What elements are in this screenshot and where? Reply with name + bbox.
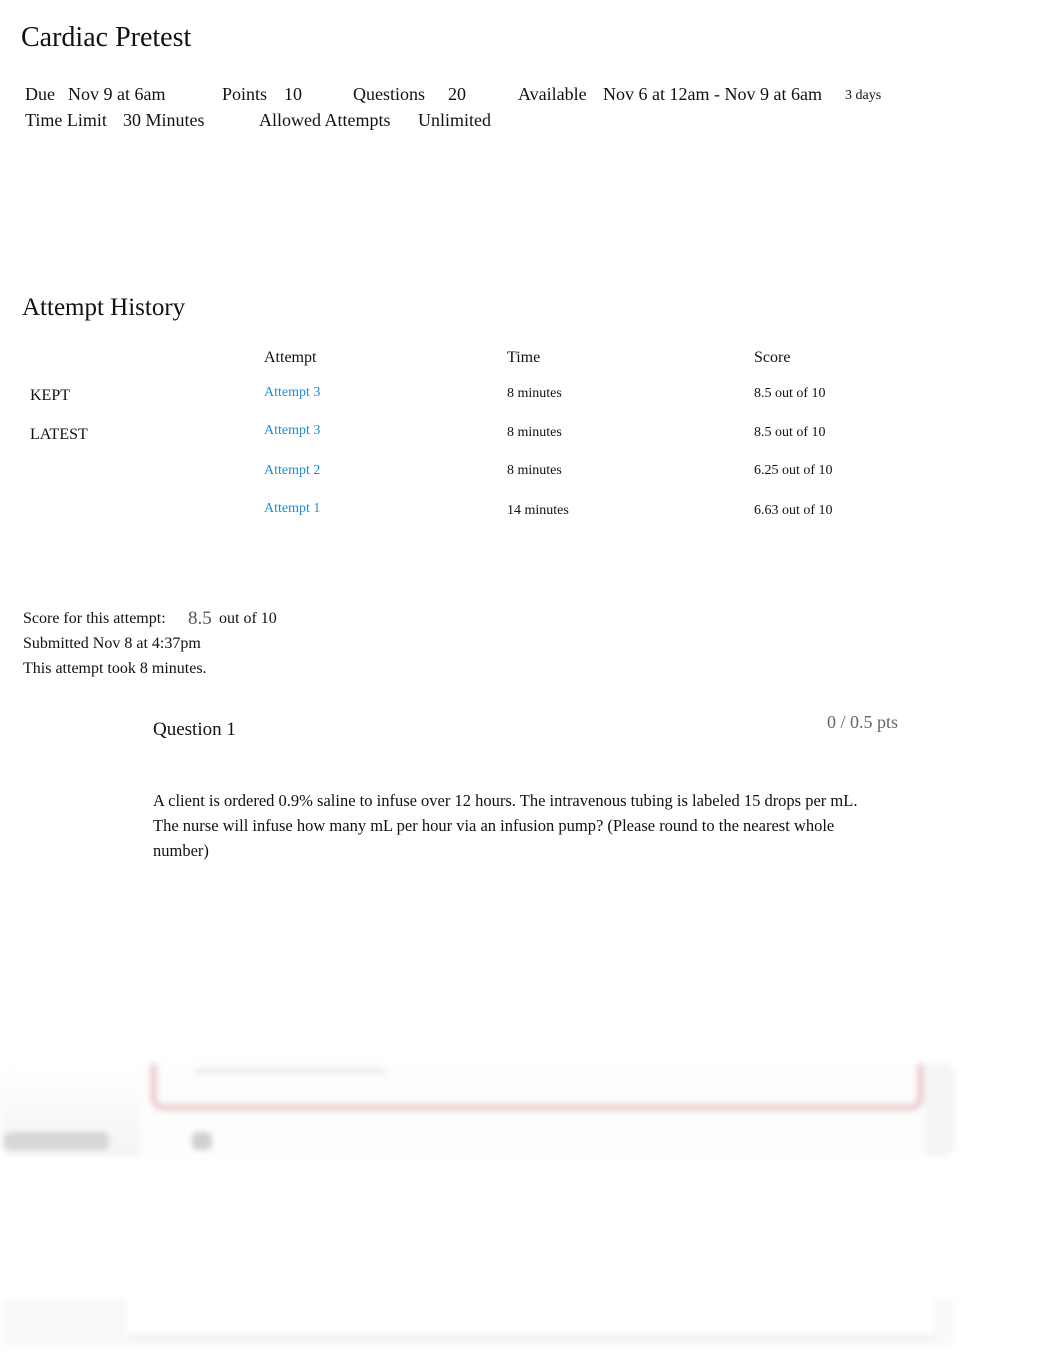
due-label: Due bbox=[25, 84, 55, 104]
time-limit-value: 30 Minutes bbox=[123, 110, 205, 130]
attempt-score: 6.63 out of 10 bbox=[754, 503, 833, 518]
question-text: A client is ordered 0.9% saline to infus… bbox=[153, 791, 858, 860]
attempt-link[interactable]: Attempt 3 bbox=[264, 385, 320, 401]
attempt-score: 8.5 out of 10 bbox=[754, 425, 826, 440]
score-label: Score for this attempt: bbox=[23, 610, 166, 627]
available-label: Available bbox=[518, 84, 587, 104]
attempt-time: 14 minutes bbox=[507, 503, 569, 518]
attempt-link[interactable]: Attempt 3 bbox=[264, 423, 320, 439]
answer-value-chip bbox=[192, 1132, 212, 1150]
available-duration: 3 days bbox=[845, 88, 882, 103]
attempt-time: 8 minutes bbox=[507, 463, 562, 478]
column-header-attempt: Attempt bbox=[264, 349, 317, 366]
due-value: Nov 9 at 6am bbox=[68, 84, 166, 104]
available-value: Nov 6 at 12am - Nov 9 at 6am bbox=[603, 84, 822, 104]
blurred-answer-preview bbox=[0, 1064, 955, 1156]
column-header-score: Score bbox=[754, 349, 791, 366]
points-label: Points bbox=[222, 84, 268, 104]
questions-label: Questions bbox=[353, 84, 425, 104]
attempt-score: 6.25 out of 10 bbox=[754, 463, 833, 478]
attempt-time: 8 minutes bbox=[507, 425, 562, 440]
question-points: 0 / 0.5 pts bbox=[827, 712, 899, 732]
answer-placeholder-line bbox=[195, 1068, 385, 1074]
score-value: 8.5 bbox=[188, 608, 212, 629]
page-title: Cardiac Pretest bbox=[21, 22, 192, 53]
attempt-history-title: Attempt History bbox=[22, 294, 186, 321]
questions-value: 20 bbox=[448, 84, 466, 104]
attempt-score: 8.5 out of 10 bbox=[754, 386, 826, 401]
blurred-next-question-preview bbox=[0, 1297, 955, 1347]
allowed-attempts-value: Unlimited bbox=[418, 110, 491, 130]
attempt-time: 8 minutes bbox=[507, 386, 562, 401]
row-label-kept: KEPT bbox=[30, 387, 70, 404]
panel-edge bbox=[925, 1064, 955, 1156]
allowed-attempts-label: Allowed Attempts bbox=[259, 110, 391, 130]
answer-status-label bbox=[4, 1132, 109, 1150]
column-header-time: Time bbox=[507, 349, 541, 366]
question-title: Question 1 bbox=[153, 719, 236, 740]
score-suffix: out of 10 bbox=[219, 610, 277, 627]
points-value: 10 bbox=[284, 84, 302, 104]
attempt-link[interactable]: Attempt 2 bbox=[264, 463, 320, 479]
row-label-latest: LATEST bbox=[30, 426, 88, 443]
submitted-timestamp: Submitted Nov 8 at 4:37pm bbox=[23, 635, 201, 652]
attempt-duration: This attempt took 8 minutes. bbox=[23, 660, 207, 677]
time-limit-label: Time Limit bbox=[25, 110, 107, 130]
attempt-link[interactable]: Attempt 1 bbox=[264, 501, 320, 517]
next-question-card bbox=[125, 1297, 935, 1335]
